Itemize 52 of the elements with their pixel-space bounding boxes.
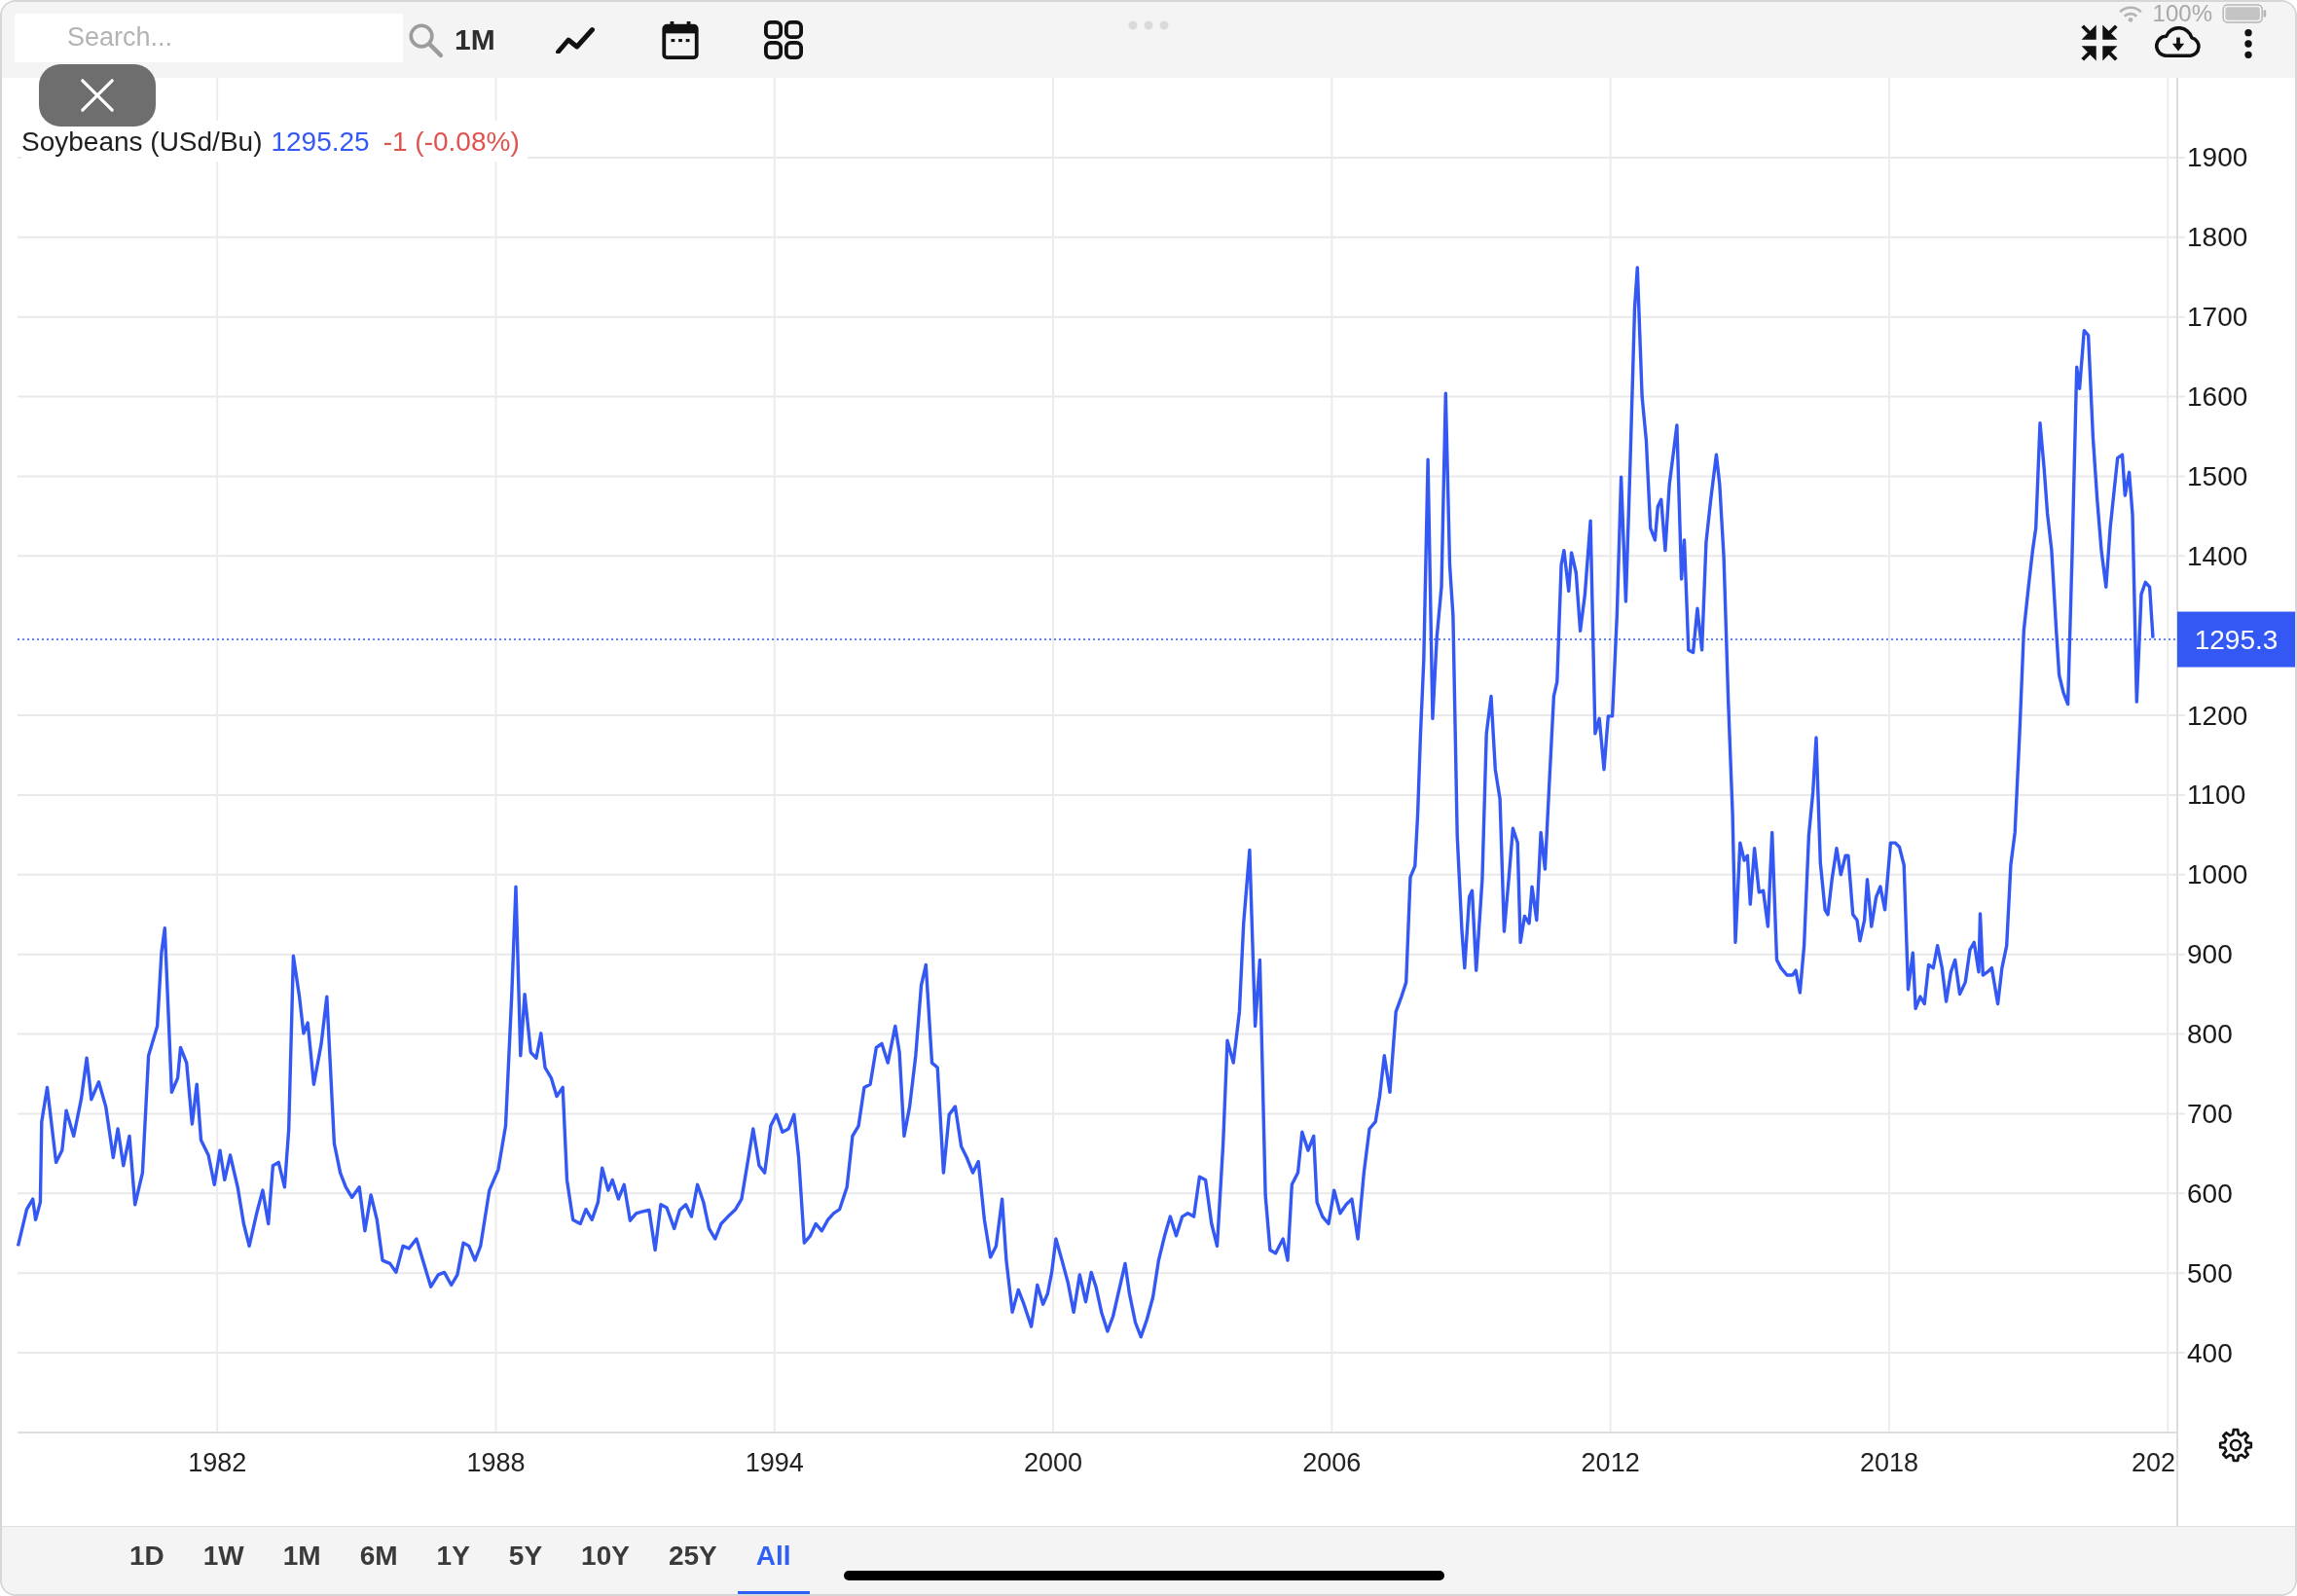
range-tab[interactable]: 1M — [264, 1527, 340, 1594]
y-axis-label: 1400 — [2187, 540, 2248, 571]
line-chart-icon[interactable] — [555, 26, 595, 54]
range-tab[interactable]: 1D — [111, 1527, 183, 1594]
x-axis-label: 2018 — [1859, 1448, 1918, 1477]
x-axis-label: 2000 — [1024, 1448, 1083, 1477]
cloud-download-icon[interactable] — [2155, 26, 2202, 59]
wifi-icon — [2117, 5, 2143, 22]
y-axis-label: 500 — [2187, 1257, 2233, 1288]
range-tab[interactable]: 5Y — [490, 1527, 562, 1594]
range-tab[interactable]: 25Y — [649, 1527, 736, 1594]
range-tab[interactable]: All — [737, 1527, 810, 1594]
instrument-name: Soybeans (USd/Bu) — [21, 127, 263, 158]
x-axis-label: 1988 — [466, 1448, 526, 1477]
close-button[interactable] — [39, 64, 156, 127]
x-axis-label: 2012 — [1581, 1448, 1640, 1477]
interval-button[interactable]: 1M — [455, 23, 495, 56]
battery-percentage: 100% — [2152, 3, 2212, 24]
y-axis-label: 1600 — [2187, 381, 2248, 413]
settings-icon[interactable] — [2218, 1428, 2253, 1463]
x-axis-label: 1982 — [188, 1448, 247, 1477]
y-axis-label: 600 — [2187, 1178, 2233, 1209]
range-tab[interactable]: 1W — [184, 1527, 263, 1594]
multitasking-dots-icon — [1128, 20, 1169, 30]
y-axis-label: 1500 — [2187, 460, 2248, 491]
y-axis-label: 1700 — [2187, 302, 2248, 333]
search-field[interactable]: Search... — [15, 14, 403, 62]
price-change: -1 (-0.08%) — [383, 127, 520, 158]
more-options-icon[interactable] — [2242, 27, 2254, 60]
current-price-tag: 1295.3 — [2177, 611, 2295, 668]
x-axis-label: 202 — [2131, 1448, 2175, 1477]
range-tab[interactable]: 10Y — [563, 1527, 648, 1594]
range-tab[interactable]: 6M — [341, 1527, 417, 1594]
y-axis-label: 1000 — [2187, 859, 2248, 890]
y-axis-label: 1200 — [2187, 700, 2248, 731]
collapse-arrows-icon[interactable] — [2081, 24, 2118, 61]
y-axis-label: 400 — [2187, 1337, 2233, 1368]
x-axis-label: 1994 — [745, 1448, 804, 1477]
x-axis-label: 2006 — [1302, 1448, 1362, 1477]
price-value: 1295.25 — [271, 127, 370, 158]
y-axis-label: 1800 — [2187, 222, 2248, 253]
y-axis-label: 1100 — [2187, 780, 2246, 811]
close-icon — [79, 77, 116, 114]
ref-line-label: 1295.3 — [2194, 624, 2279, 655]
y-axis-label: 900 — [2187, 939, 2233, 970]
grid-icon[interactable] — [763, 20, 803, 59]
calendar-icon[interactable] — [661, 20, 699, 59]
y-axis-label: 700 — [2187, 1098, 2233, 1129]
range-tab[interactable]: 1Y — [418, 1527, 489, 1594]
y-axis-label: 800 — [2187, 1019, 2233, 1050]
y-axis-label: 1900 — [2187, 142, 2248, 173]
battery-icon — [2222, 4, 2267, 23]
